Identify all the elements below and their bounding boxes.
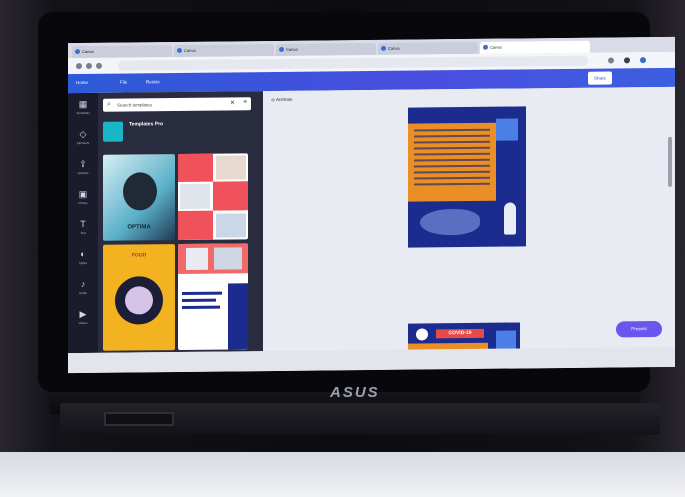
thumb-portrait: [123, 172, 157, 211]
forward-icon[interactable]: [86, 62, 92, 69]
share-button[interactable]: Share: [588, 71, 613, 85]
file-menu[interactable]: File: [120, 80, 127, 85]
canvas-scrollbar[interactable]: [668, 136, 672, 187]
promo-title: Templates Pro: [129, 121, 164, 128]
thumb-caption: FOOD: [131, 252, 147, 259]
profile-avatar[interactable]: [640, 57, 646, 64]
upload-icon: ⇪: [79, 158, 87, 170]
home-link[interactable]: Home: [76, 80, 88, 85]
sidebar-item-photos[interactable]: ▣ Photos: [74, 189, 92, 211]
video-icon: ▶: [79, 308, 87, 320]
poster-figure-graphic: [504, 202, 516, 235]
design-page[interactable]: [408, 106, 526, 248]
tab-favicon-icon: [483, 44, 488, 50]
browser-tab[interactable]: Canva: [378, 41, 478, 55]
poster-flag-graphic: [496, 118, 518, 141]
tab-favicon-icon: [279, 46, 284, 52]
tab-favicon-icon: [75, 49, 80, 55]
promo-image: [103, 121, 123, 142]
audio-icon: ♪: [80, 278, 86, 290]
animate-button[interactable]: ◎ Animate: [271, 97, 292, 103]
sidebar-item-elements[interactable]: ◇ Elements: [74, 129, 92, 151]
present-button[interactable]: Present: [616, 320, 662, 338]
thumb-caption: OPTIMA: [127, 224, 151, 231]
tab-favicon-icon: [381, 45, 386, 51]
browser-tab[interactable]: Canva: [174, 44, 274, 58]
bookmark-icon[interactable]: [608, 57, 614, 64]
tab-favicon-icon: [177, 47, 182, 54]
sidebar-rail: ▦ Templates ◇ Elements ⇪ Uploads ▣ Photos TT…: [68, 92, 98, 354]
elements-icon: ◇: [79, 128, 87, 140]
sidebar-item-videos[interactable]: ▶ Videos: [74, 309, 92, 331]
laptop-screen: Canva Canva Canva Canva Canva Home File …: [68, 36, 675, 374]
design-page[interactable]: COVID-19: [408, 322, 520, 352]
laptop-slot: [104, 412, 174, 426]
browser-tab[interactable]: Canva: [72, 45, 172, 59]
template-thumbnail[interactable]: OPTIMA: [103, 154, 175, 241]
resize-menu[interactable]: Resize: [146, 79, 160, 84]
sidebar-item-text[interactable]: T Text: [74, 219, 92, 241]
sidebar-item-uploads[interactable]: ⇪ Uploads: [74, 159, 92, 181]
text-icon: T: [80, 218, 86, 230]
covid-title: COVID-19: [436, 328, 484, 339]
design-canvas: ◎ Animate COVID-19: [263, 86, 675, 354]
back-icon[interactable]: [76, 63, 82, 70]
photo-icon: ▣: [78, 188, 88, 200]
brand-logo: ASUS: [330, 384, 380, 401]
template-search-input[interactable]: ⌕ Search templates ✕ ≡: [103, 97, 251, 112]
templates-pro-promo[interactable]: Templates Pro: [103, 118, 251, 146]
filter-icon[interactable]: ≡: [243, 99, 247, 105]
search-icon: ⌕: [107, 100, 111, 108]
clear-icon[interactable]: ✕: [230, 99, 235, 106]
sidebar-item-styles[interactable]: ◐ Styles: [74, 249, 92, 271]
sidebar-item-templates[interactable]: ▦ Templates: [74, 99, 92, 121]
virus-icon: [416, 328, 428, 341]
template-thumbnail[interactable]: [178, 243, 248, 351]
styles-icon: ◐: [80, 248, 86, 260]
reload-icon[interactable]: [96, 62, 102, 69]
promo-text: [129, 128, 249, 129]
poster-map-graphic: [420, 208, 480, 236]
template-icon: ▦: [78, 98, 88, 110]
extension-icon[interactable]: [624, 57, 630, 64]
template-thumbnail[interactable]: [178, 153, 248, 241]
url-input[interactable]: [118, 55, 588, 71]
sidebar-item-audio[interactable]: ♪ Audio: [74, 279, 92, 301]
templates-panel: ⌕ Search templates ✕ ≡ Templates Pro OPT…: [98, 91, 263, 353]
table-surface: [0, 452, 685, 497]
template-thumbnail[interactable]: FOOD: [103, 244, 175, 351]
browser-tab[interactable]: Canva: [276, 42, 376, 57]
